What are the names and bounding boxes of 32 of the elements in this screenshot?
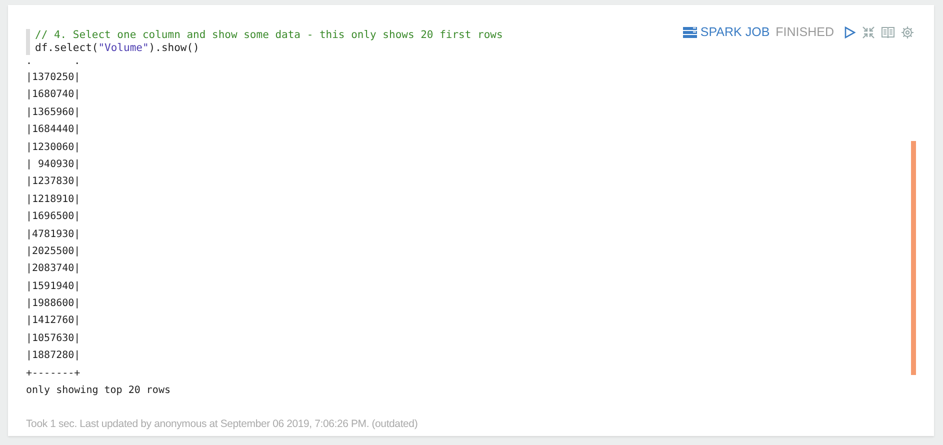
code-editor[interactable]: // 4. Select one column and show some data - this only shows 20 first rows df.select("Volume").show() bbox=[26, 29, 503, 55]
output-row-text: |1218910| bbox=[26, 192, 82, 207]
spark-job-link[interactable]: SPARK JOB bbox=[683, 25, 770, 39]
output-row-text: |1365960| bbox=[26, 106, 82, 120]
output-row-text: |1887280| bbox=[26, 349, 82, 364]
output-row-text: |1230060| bbox=[26, 140, 82, 155]
output-row-text: |1412760| bbox=[26, 314, 82, 328]
collapse-icon[interactable] bbox=[862, 26, 875, 38]
code-comment: // 4. Select one column and show some data - this only shows 20 first rows bbox=[35, 29, 503, 42]
footer-text: Took 1 sec. Last updated by anonymous at September 06 2019, 7:06:26 PM. (outdated) bbox=[26, 418, 419, 430]
output-row-text: |1370250| bbox=[26, 71, 82, 85]
table-border: . . bbox=[26, 59, 82, 69]
run-icon[interactable] bbox=[844, 26, 856, 38]
output-row-text: |1237830| bbox=[26, 175, 82, 190]
table-border: +-------+ bbox=[26, 366, 82, 381]
status-text: FINISHED bbox=[776, 25, 834, 39]
output-row-text: |1696500| bbox=[26, 210, 82, 224]
output-row-text: |1988600| bbox=[26, 297, 82, 312]
output-row-text: |4781930| bbox=[26, 228, 82, 242]
output-row-text: |2083740| bbox=[26, 262, 82, 276]
output-row-text: |1591940| bbox=[26, 280, 82, 294]
settings-icon[interactable] bbox=[901, 26, 914, 38]
output-row-text: |1684440| bbox=[26, 123, 82, 138]
list-icon bbox=[683, 26, 698, 38]
output-row-text: |1680740| bbox=[26, 88, 82, 102]
code-line: df.select("Volume").show() bbox=[35, 42, 200, 55]
output-note: only showing top 20 rows bbox=[26, 384, 172, 398]
scrollbar-thumb[interactable] bbox=[911, 141, 916, 375]
output-row-text: |2025500| bbox=[26, 244, 82, 259]
output-row-text: |1057630| bbox=[26, 332, 82, 346]
book-icon[interactable] bbox=[881, 26, 895, 38]
output-row-text: | 940930| bbox=[26, 158, 82, 172]
